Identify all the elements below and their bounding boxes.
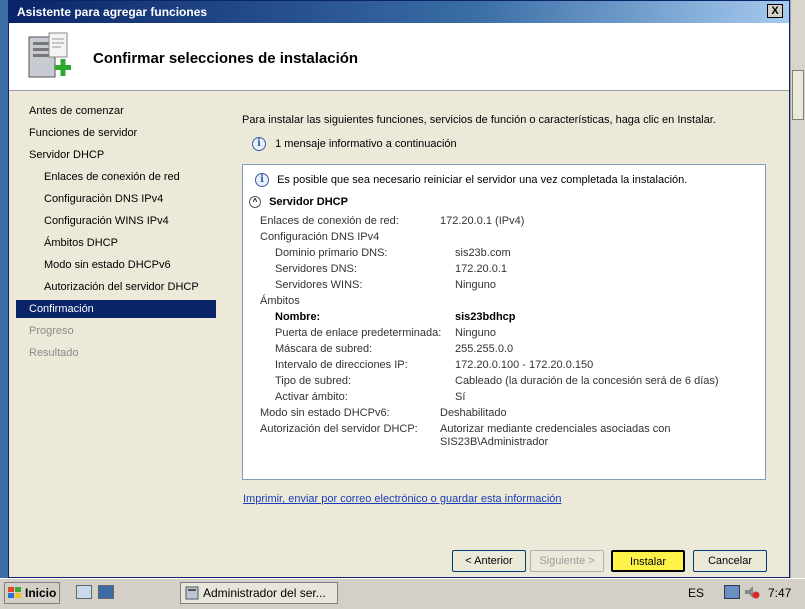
detail-label: Máscara de subred: xyxy=(275,343,373,355)
detail-value: 172.20.0.1 xyxy=(455,263,507,275)
info-count-text: 1 mensaje informativo a continuación xyxy=(275,137,457,150)
wizard-content: Para instalar las siguientes funciones, … xyxy=(217,99,789,572)
step-configuracion-dns[interactable]: Configuración DNS IPv4 xyxy=(16,190,216,208)
restart-warning: i Es posible que sea necesario reiniciar… xyxy=(255,173,687,187)
step-ambitos-dhcp[interactable]: Ámbitos DHCP xyxy=(16,234,216,252)
taskbar: Inicio Administrador del ser... ES 7:47 xyxy=(0,578,805,609)
close-button[interactable]: X xyxy=(767,4,783,18)
detail-value: Autorizar mediante credenciales asociada… xyxy=(440,423,671,435)
step-enlaces-de-conexion[interactable]: Enlaces de conexión de red xyxy=(16,168,216,186)
next-button[interactable]: Siguiente > xyxy=(530,550,604,572)
restart-warning-text: Es posible que sea necesario reiniciar e… xyxy=(277,173,688,186)
network-icon[interactable] xyxy=(724,585,740,599)
detail-value: sis23b.com xyxy=(455,247,511,259)
step-progreso: Progreso xyxy=(29,325,74,337)
vertical-scrollbar[interactable] xyxy=(790,0,805,578)
detail-value: sis23bdhcp xyxy=(455,311,516,323)
detail-label: Modo sin estado DHCPv6: xyxy=(260,407,390,419)
detail-label: Activar ámbito: xyxy=(275,391,348,403)
step-funciones-de-servidor[interactable]: Funciones de servidor xyxy=(16,124,216,142)
section-header[interactable]: ^ Servidor DHCP xyxy=(249,196,348,209)
detail-label: Tipo de subred: xyxy=(275,375,352,387)
step-confirmacion[interactable]: Confirmación xyxy=(16,300,216,318)
selection-details-panel[interactable]: i Es posible que sea necesario reiniciar… xyxy=(242,164,766,480)
taskbar-item-administrador[interactable]: Administrador del ser... xyxy=(180,582,338,604)
step-configuracion-wins[interactable]: Configuración WINS IPv4 xyxy=(16,212,216,230)
detail-label: Servidores WINS: xyxy=(275,279,363,291)
server-manager-icon[interactable] xyxy=(76,585,92,599)
collapse-icon[interactable]: ^ xyxy=(249,196,261,209)
detail-label: Autorización del servidor DHCP: xyxy=(260,423,418,435)
show-desktop-icon[interactable] xyxy=(98,585,114,599)
detail-label: Ámbitos xyxy=(260,295,300,307)
detail-label: Nombre: xyxy=(275,311,321,323)
title-bar[interactable]: Asistente para agregar funciones X xyxy=(9,1,789,23)
info-icon: i xyxy=(252,137,266,151)
detail-value: 172.20.0.100 - 172.20.0.150 xyxy=(455,359,594,371)
wizard-steps-sidebar: Antes de comenzar Funciones de servidor … xyxy=(16,99,216,577)
print-save-link[interactable]: Imprimir, enviar por correo electrónico … xyxy=(243,493,562,505)
wizard-header: Confirmar selecciones de instalación xyxy=(9,23,789,91)
windows-flag-icon xyxy=(8,587,21,598)
window-title: Asistente para agregar funciones xyxy=(17,5,208,19)
cancel-button[interactable]: Cancelar xyxy=(693,550,767,572)
app-icon xyxy=(185,586,199,600)
detail-value: Sí xyxy=(455,391,466,403)
step-autorizacion[interactable]: Autorización del servidor DHCP xyxy=(16,278,216,296)
language-indicator[interactable]: ES xyxy=(688,586,704,600)
detail-value: Deshabilitado xyxy=(440,407,507,419)
detail-value: 172.20.0.1 (IPv4) xyxy=(440,215,525,227)
install-button[interactable]: Instalar xyxy=(611,550,685,572)
detail-value: Ninguno xyxy=(455,327,496,339)
detail-value: Cableado (la duración de la concesión se… xyxy=(455,375,719,387)
page-title: Confirmar selecciones de instalación xyxy=(93,50,359,67)
detail-label: Puerta de enlace predeterminada: xyxy=(275,327,442,339)
step-antes-de-comenzar[interactable]: Antes de comenzar xyxy=(16,102,216,120)
detail-label: Intervalo de direcciones IP: xyxy=(275,359,408,371)
task-label: Administrador del ser... xyxy=(203,586,326,600)
detail-value: SIS23B\Administrador xyxy=(440,436,549,448)
detail-value: 255.255.0.0 xyxy=(455,343,514,355)
back-button[interactable]: < Anterior xyxy=(452,550,526,572)
detail-label: Enlaces de conexión de red: xyxy=(260,215,399,227)
section-title: Servidor DHCP xyxy=(269,196,348,208)
start-label: Inicio xyxy=(25,586,57,600)
detail-label: Configuración DNS IPv4 xyxy=(260,231,380,243)
info-icon: i xyxy=(255,173,269,187)
start-button[interactable]: Inicio xyxy=(4,582,60,604)
detail-label: Dominio primario DNS: xyxy=(275,247,388,259)
volume-muted-icon[interactable] xyxy=(744,585,760,599)
detail-label: Servidores DNS: xyxy=(275,263,357,275)
info-count: i 1 mensaje informativo a continuación xyxy=(252,137,457,151)
wizard-window: Asistente para agregar funciones X Confi… xyxy=(8,0,790,578)
step-resultado: Resultado xyxy=(29,347,79,359)
step-servidor-dhcp[interactable]: Servidor DHCP xyxy=(16,146,216,164)
scrollbar-thumb[interactable] xyxy=(792,70,804,120)
intro-text: Para instalar las siguientes funciones, … xyxy=(242,114,716,126)
server-role-icon xyxy=(28,32,71,78)
step-modo-dhcpv6[interactable]: Modo sin estado DHCPv6 xyxy=(16,256,216,274)
clock: 7:47 xyxy=(768,586,792,600)
detail-value: Ninguno xyxy=(455,279,496,291)
